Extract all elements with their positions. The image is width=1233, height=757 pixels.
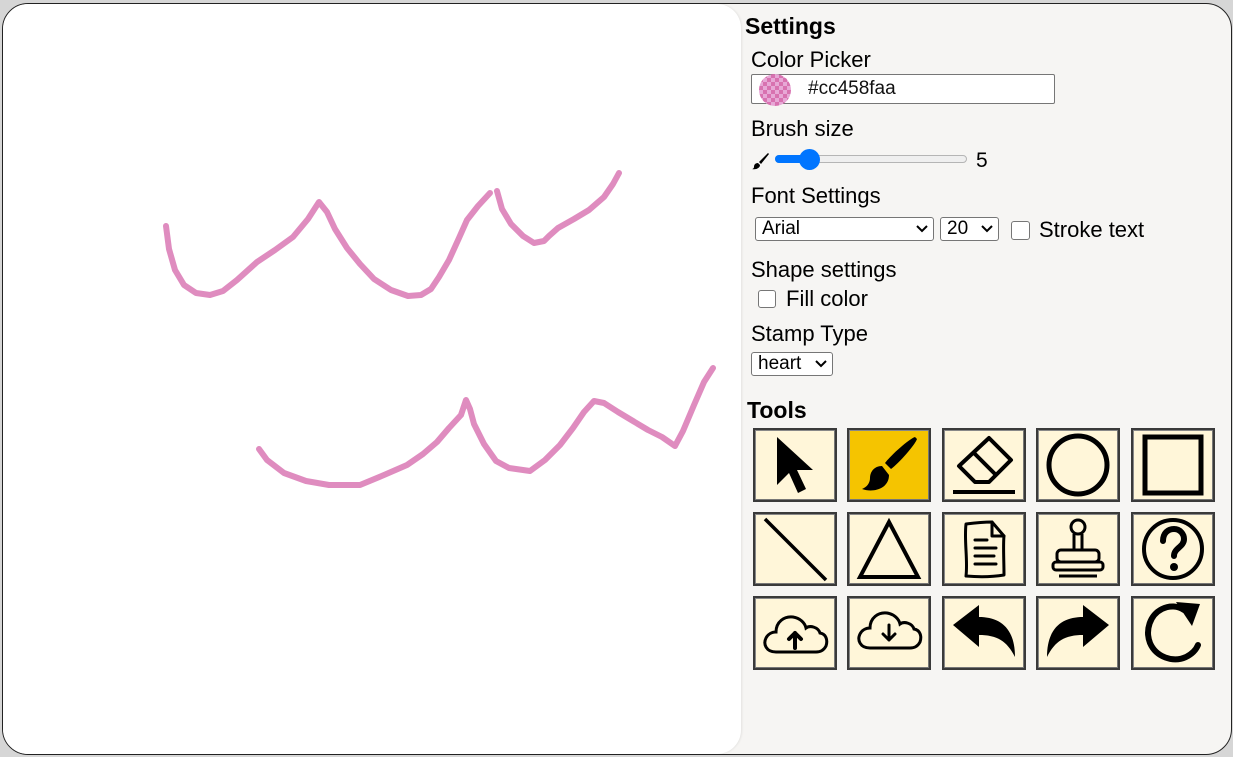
settings-title: Settings bbox=[745, 13, 836, 39]
line-tool-button[interactable] bbox=[753, 512, 837, 586]
document-icon bbox=[963, 520, 1006, 579]
circle-tool-button[interactable] bbox=[1036, 428, 1120, 502]
drawing-canvas[interactable] bbox=[3, 4, 741, 754]
undo-tool-button[interactable] bbox=[942, 596, 1026, 670]
circle-icon bbox=[1046, 433, 1110, 497]
eraser-tool-button[interactable] bbox=[942, 428, 1026, 502]
download-tool-button[interactable] bbox=[847, 596, 931, 670]
settings-panel: Settings Color Picker #cc458faa Brush si… bbox=[745, 4, 1231, 754]
stroke-text-label: Stroke text bbox=[1039, 217, 1145, 242]
slider-thumb[interactable] bbox=[799, 149, 820, 170]
font-size-select[interactable]: 20 bbox=[940, 217, 999, 241]
stamp-type-select[interactable]: heart bbox=[751, 352, 833, 376]
app-frame: Settings Color Picker #cc458faa Brush si… bbox=[2, 3, 1232, 755]
triangle-icon bbox=[856, 517, 922, 579]
brush-size-value: 5 bbox=[976, 149, 988, 172]
stamp-icon bbox=[1051, 518, 1105, 578]
shape-settings-label: Shape settings bbox=[751, 257, 897, 282]
brush-tool-button[interactable] bbox=[847, 428, 931, 502]
font-family-value: Arial bbox=[762, 218, 801, 239]
stroke-3 bbox=[256, 365, 716, 488]
color-value[interactable]: #cc458faa bbox=[808, 78, 896, 100]
tools-title: Tools bbox=[747, 397, 807, 423]
font-settings-label: Font Settings bbox=[751, 183, 881, 208]
line-icon bbox=[763, 517, 828, 582]
stamp-tool-button[interactable] bbox=[1036, 512, 1120, 586]
color-swatch[interactable] bbox=[759, 74, 791, 106]
stroke-text-checkbox[interactable] bbox=[1011, 221, 1030, 240]
help-tool-button[interactable] bbox=[1131, 512, 1215, 586]
small-brush-icon bbox=[752, 153, 769, 170]
stroke-1 bbox=[163, 190, 493, 299]
undo-icon bbox=[953, 605, 1015, 657]
stroke-2 bbox=[494, 170, 622, 246]
chevron-down-icon bbox=[815, 360, 827, 368]
fill-color-label: Fill color bbox=[786, 286, 868, 311]
question-icon bbox=[1142, 518, 1204, 580]
cloud-upload-icon bbox=[763, 615, 829, 654]
stamp-type-label: Stamp Type bbox=[751, 321, 868, 346]
font-family-select[interactable]: Arial bbox=[755, 217, 934, 241]
brush-size-slider[interactable] bbox=[775, 149, 967, 171]
rectangle-tool-button[interactable] bbox=[1131, 428, 1215, 502]
chevron-down-icon bbox=[916, 225, 928, 233]
color-picker-label: Color Picker bbox=[751, 47, 871, 72]
triangle-tool-button[interactable] bbox=[847, 512, 931, 586]
font-size-value: 20 bbox=[947, 218, 969, 239]
paintbrush-icon bbox=[862, 437, 917, 491]
redo-tool-button[interactable] bbox=[1036, 596, 1120, 670]
reload-icon bbox=[1145, 602, 1201, 663]
cursor-icon bbox=[777, 437, 813, 493]
eraser-icon bbox=[953, 436, 1015, 494]
cloud-download-icon bbox=[857, 611, 923, 650]
stamp-type-value: heart bbox=[758, 353, 802, 374]
text-tool-button[interactable] bbox=[942, 512, 1026, 586]
canvas-strokes bbox=[163, 170, 716, 488]
chevron-down-icon bbox=[981, 225, 993, 233]
fill-color-checkbox[interactable] bbox=[758, 290, 776, 308]
brush-size-label: Brush size bbox=[751, 116, 854, 141]
square-icon bbox=[1142, 434, 1204, 496]
clear-tool-button[interactable] bbox=[1131, 596, 1215, 670]
select-tool-button[interactable] bbox=[753, 428, 837, 502]
upload-tool-button[interactable] bbox=[753, 596, 837, 670]
redo-icon bbox=[1047, 605, 1109, 657]
color-picker-field[interactable]: #cc458faa bbox=[751, 74, 1055, 106]
